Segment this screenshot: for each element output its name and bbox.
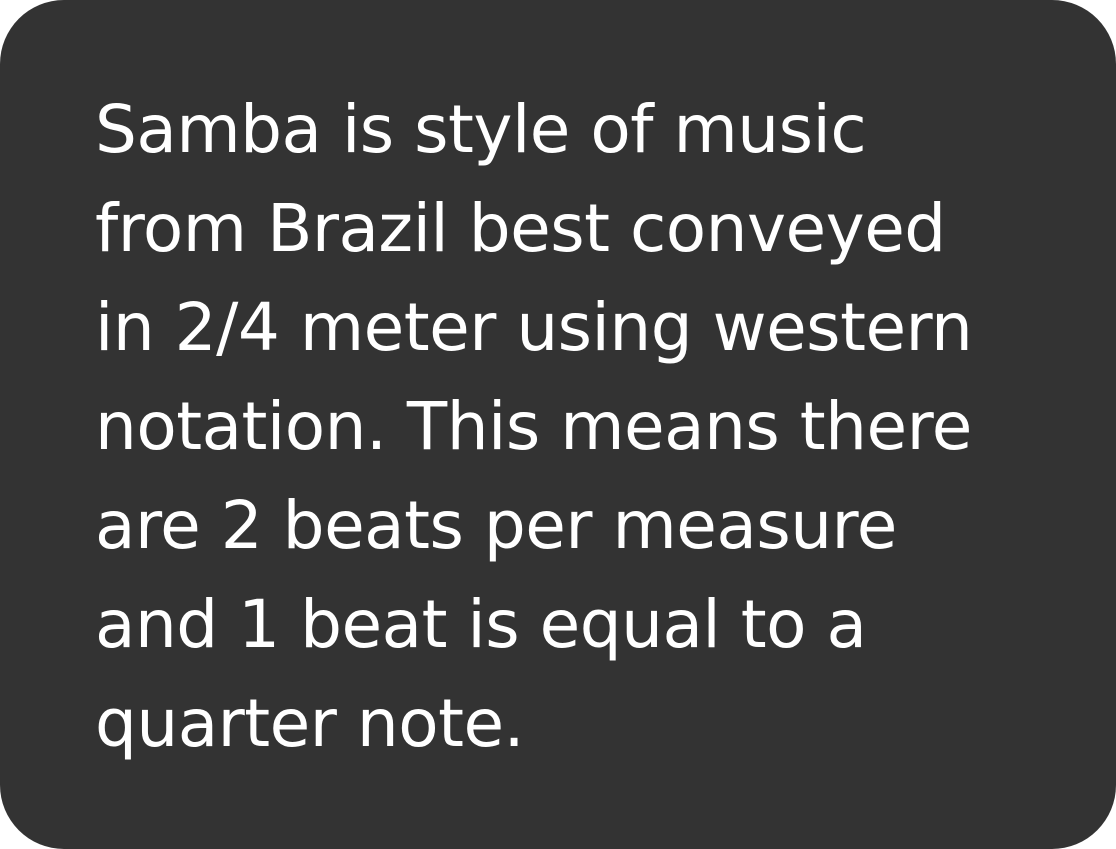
- text-line-7: quarter note.: [95, 685, 525, 762]
- text-line-1: Samba is style of music: [95, 91, 867, 168]
- samba-description: Samba is style of music from Brazil best…: [95, 80, 1056, 773]
- text-line-3: in 2/4 meter using western: [95, 289, 973, 366]
- text-line-2: from Brazil best conveyed: [95, 190, 946, 267]
- text-card: Samba is style of music from Brazil best…: [0, 0, 1116, 849]
- text-line-6: and 1 beat is equal to a: [95, 586, 867, 663]
- text-line-4: notation. This means there: [95, 388, 972, 465]
- text-line-5: are 2 beats per measure: [95, 487, 897, 564]
